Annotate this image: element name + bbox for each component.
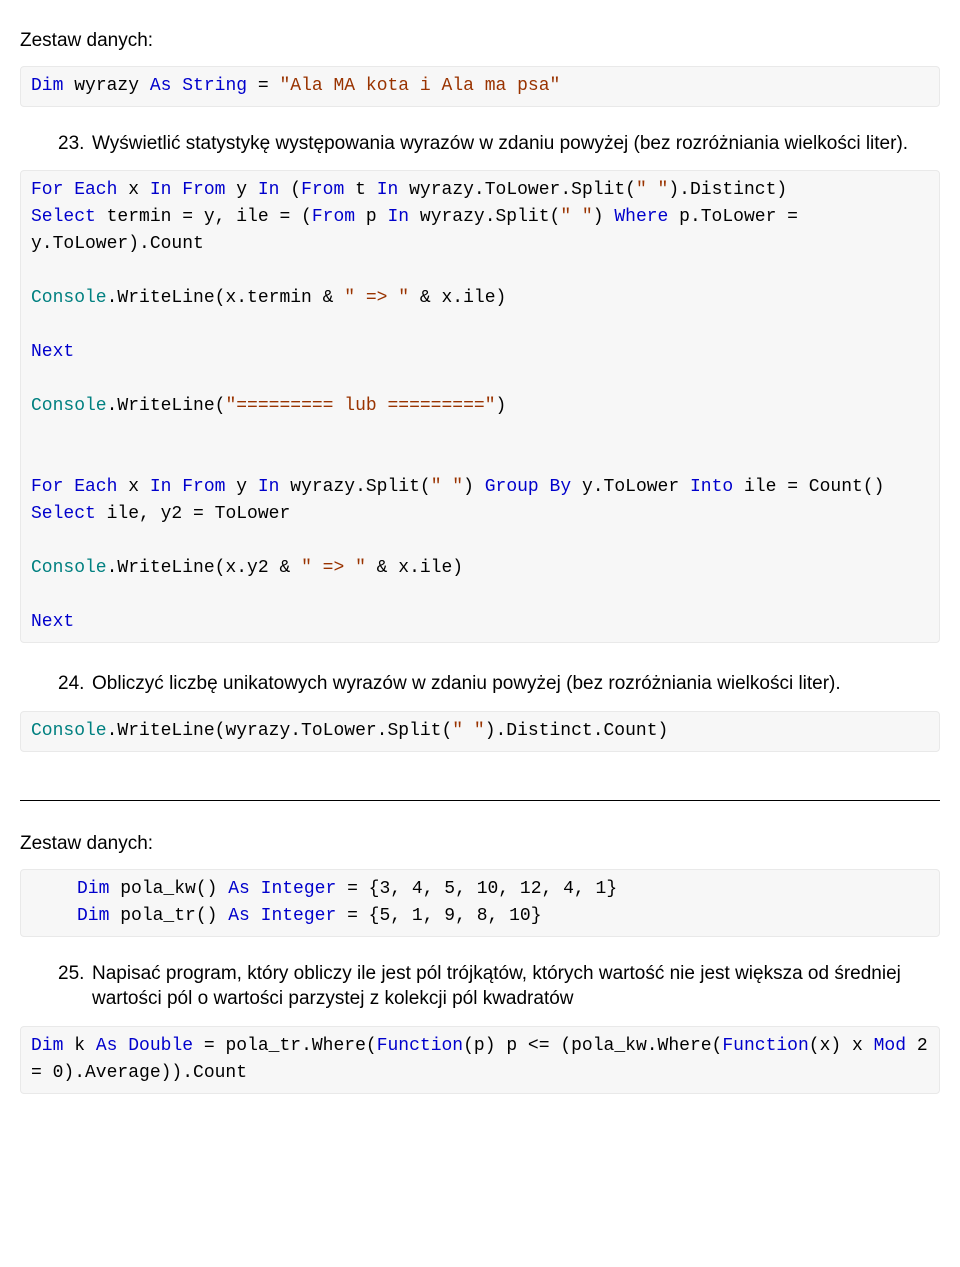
divider bbox=[20, 800, 940, 801]
section-heading-2: Zestaw danych: bbox=[20, 831, 940, 857]
question-25: 25. Napisać program, który obliczy ile j… bbox=[58, 961, 940, 1012]
code-block-5: Dim k As Double = pola_tr.Where(Function… bbox=[20, 1026, 940, 1094]
question-text: Obliczyć liczbę unikatowych wyrazów w zd… bbox=[92, 671, 940, 697]
code-block-4: Dim pola_kw() As Integer = {3, 4, 5, 10,… bbox=[20, 869, 940, 937]
code-block-3: Console.WriteLine(wyrazy.ToLower.Split("… bbox=[20, 711, 940, 752]
code-block-2: For Each x In From y In (From t In wyraz… bbox=[20, 170, 940, 643]
question-text: Napisać program, który obliczy ile jest … bbox=[92, 961, 940, 1012]
section-heading-1: Zestaw danych: bbox=[20, 28, 940, 54]
code-block-1: Dim wyrazy As String = "Ala MA kota i Al… bbox=[20, 66, 940, 107]
question-23: 23. Wyświetlić statystykę występowania w… bbox=[58, 131, 940, 157]
question-number: 25. bbox=[58, 961, 92, 1012]
question-text: Wyświetlić statystykę występowania wyraz… bbox=[92, 131, 940, 157]
question-number: 23. bbox=[58, 131, 92, 157]
question-24: 24. Obliczyć liczbę unikatowych wyrazów … bbox=[58, 671, 940, 697]
question-number: 24. bbox=[58, 671, 92, 697]
